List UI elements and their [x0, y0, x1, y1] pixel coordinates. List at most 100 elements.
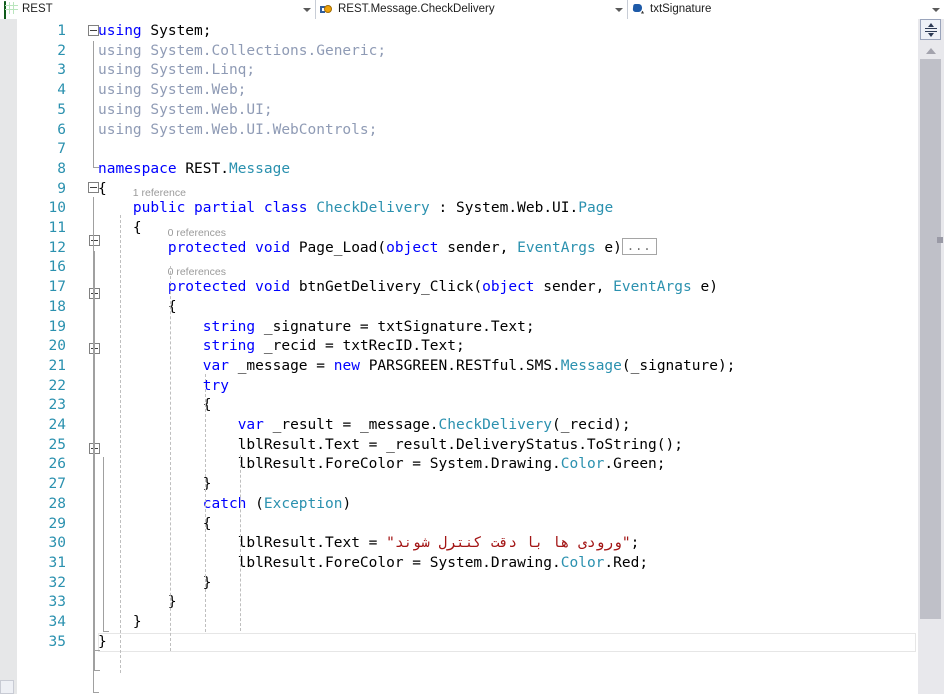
chevron-down-icon[interactable]	[611, 0, 627, 19]
code-line-text: lblResult.Text = "ورودی ها با دقت کنترل …	[98, 534, 639, 554]
code-line[interactable]: 19 string _signature = txtSignature.Text…	[0, 318, 918, 338]
line-number: 27	[18, 475, 66, 495]
scrollbar-thumb[interactable]	[920, 59, 941, 619]
line-number: 16	[18, 258, 66, 278]
code-text-area[interactable]: 1 using System;2using System.Collections.…	[0, 19, 918, 694]
code-line-text: lblResult.ForeColor = System.Drawing.Col…	[98, 554, 648, 574]
code-line-text: {	[98, 298, 177, 318]
code-line-text: }	[98, 574, 212, 594]
visual-studio-editor-window: REST REST.Message.CheckDelivery txtSigna…	[0, 0, 944, 694]
code-line-text: string _signature = txtSignature.Text;	[98, 318, 535, 338]
collapse-block-icon[interactable]	[89, 235, 100, 246]
code-line[interactable]: 24 var _result = _message.CheckDelivery(…	[0, 416, 918, 436]
code-line[interactable]: 4 using System.Web;	[0, 81, 918, 101]
line-number: 12	[18, 239, 66, 259]
collapsed-block-placeholder[interactable]: ...	[622, 238, 657, 255]
split-view-icon[interactable]	[920, 19, 941, 40]
code-line[interactable]: 27 }	[0, 475, 918, 495]
code-editor[interactable]: 1 using System;2using System.Collections.…	[0, 19, 918, 694]
code-line[interactable]: 5using System.Web.UI;	[0, 101, 918, 121]
line-number: 3	[18, 61, 66, 81]
code-line[interactable]: 31 lblResult.ForeColor = System.Drawing.…	[0, 554, 918, 574]
code-line[interactable]: 29 {	[0, 515, 918, 535]
code-line-text: }	[98, 593, 177, 613]
code-line[interactable]: 8namespace REST.Message	[0, 160, 918, 180]
code-line[interactable]: 16	[0, 258, 918, 278]
codelens-annotation[interactable]: 1 reference	[133, 184, 186, 204]
code-fold-line	[94, 359, 95, 651]
indent-guide	[240, 455, 241, 631]
line-number: 17	[18, 278, 66, 298]
code-line[interactable]: 20 string _recid = txtRecID.Text;	[0, 337, 918, 357]
line-number: 33	[18, 593, 66, 613]
line-number: 23	[18, 396, 66, 416]
line-number: 25	[18, 436, 66, 456]
code-line-text: using System.Linq;	[98, 61, 255, 81]
line-number: 32	[18, 574, 66, 594]
code-line[interactable]: 18 {	[0, 298, 918, 318]
code-fold-line	[93, 41, 94, 168]
code-line[interactable]: 21 var _message = new PARSGREEN.RESTful.…	[0, 357, 918, 377]
code-line[interactable]: 26 lblResult.ForeColor = System.Drawing.…	[0, 455, 918, 475]
line-number: 8	[18, 160, 66, 180]
code-line[interactable]: 12 protected void Page_Load(object sende…	[0, 239, 918, 259]
code-line[interactable]: 32 }	[0, 574, 918, 594]
code-line[interactable]: 22 try	[0, 377, 918, 397]
field-icon	[631, 2, 647, 18]
code-line[interactable]: 3 using System.Linq;	[0, 61, 918, 81]
line-number: 10	[18, 199, 66, 219]
code-line[interactable]: 34 }	[0, 613, 918, 633]
code-line[interactable]: 30 lblResult.Text = "ورودی ها با دقت کنت…	[0, 534, 918, 554]
vertical-scrollbar-column[interactable]	[918, 19, 944, 694]
line-number: 19	[18, 318, 66, 338]
code-line-text: using System.Web.UI.WebControls;	[98, 121, 377, 141]
scroll-up-arrow-icon[interactable]	[920, 42, 941, 59]
scroll-down-arrow-icon[interactable]	[920, 677, 941, 694]
code-line[interactable]: 1 using System;	[0, 22, 918, 42]
bottom-left-corner-box	[0, 680, 14, 694]
code-line[interactable]: 17 protected void btnGetDelivery_Click(o…	[0, 278, 918, 298]
line-number: 18	[18, 298, 66, 318]
code-line[interactable]: 2using System.Collections.Generic;	[0, 42, 918, 62]
code-line[interactable]: 25 lblResult.Text = _result.DeliveryStat…	[0, 436, 918, 456]
current-line-highlight	[98, 633, 916, 653]
line-number: 34	[18, 613, 66, 633]
collapse-block-icon[interactable]	[88, 25, 99, 36]
project-dropdown[interactable]: REST	[0, 0, 316, 19]
code-line-text: using System;	[98, 22, 212, 42]
scrollbar-track[interactable]	[920, 59, 941, 677]
code-line-text: string _recid = txtRecID.Text;	[98, 337, 465, 357]
member-dropdown[interactable]: txtSignature	[628, 0, 944, 19]
collapse-block-icon[interactable]	[88, 182, 99, 193]
code-line-text: {	[98, 180, 107, 200]
code-line[interactable]: 28 catch (Exception)	[0, 495, 918, 515]
code-line[interactable]: 35}	[0, 633, 918, 653]
code-line-text: var _message = new PARSGREEN.RESTful.SMS…	[98, 357, 735, 377]
code-line[interactable]: 6 using System.Web.UI.WebControls;	[0, 121, 918, 141]
code-line-text: lblResult.Text = _result.DeliveryStatus.…	[98, 436, 683, 456]
line-number: 22	[18, 377, 66, 397]
class-icon	[319, 2, 335, 18]
navigation-bar: REST REST.Message.CheckDelivery txtSigna…	[0, 0, 944, 19]
line-number: 9	[18, 180, 66, 200]
code-line-text: using System.Web.UI;	[98, 101, 273, 121]
codelens-annotation[interactable]: 0 references	[168, 263, 226, 283]
code-line-text: using System.Collections.Generic;	[98, 42, 386, 62]
indent-guide	[205, 374, 206, 632]
type-dropdown[interactable]: REST.Message.CheckDelivery	[316, 0, 628, 19]
code-line[interactable]: 23 {	[0, 396, 918, 416]
line-number: 35	[18, 633, 66, 653]
chevron-down-icon[interactable]	[928, 0, 944, 19]
line-number: 1	[18, 22, 66, 42]
line-number: 6	[18, 121, 66, 141]
type-dropdown-label: REST.Message.CheckDelivery	[338, 0, 611, 19]
code-line-text: using System.Web;	[98, 81, 246, 101]
code-line[interactable]: 11 {	[0, 219, 918, 239]
code-line-text: {	[98, 515, 212, 535]
chevron-down-icon[interactable]	[299, 0, 315, 19]
code-line[interactable]: 7	[0, 140, 918, 160]
codelens-annotation[interactable]: 0 references	[168, 224, 226, 244]
line-number: 30	[18, 534, 66, 554]
code-line[interactable]: 33 }	[0, 593, 918, 613]
line-number: 4	[18, 81, 66, 101]
